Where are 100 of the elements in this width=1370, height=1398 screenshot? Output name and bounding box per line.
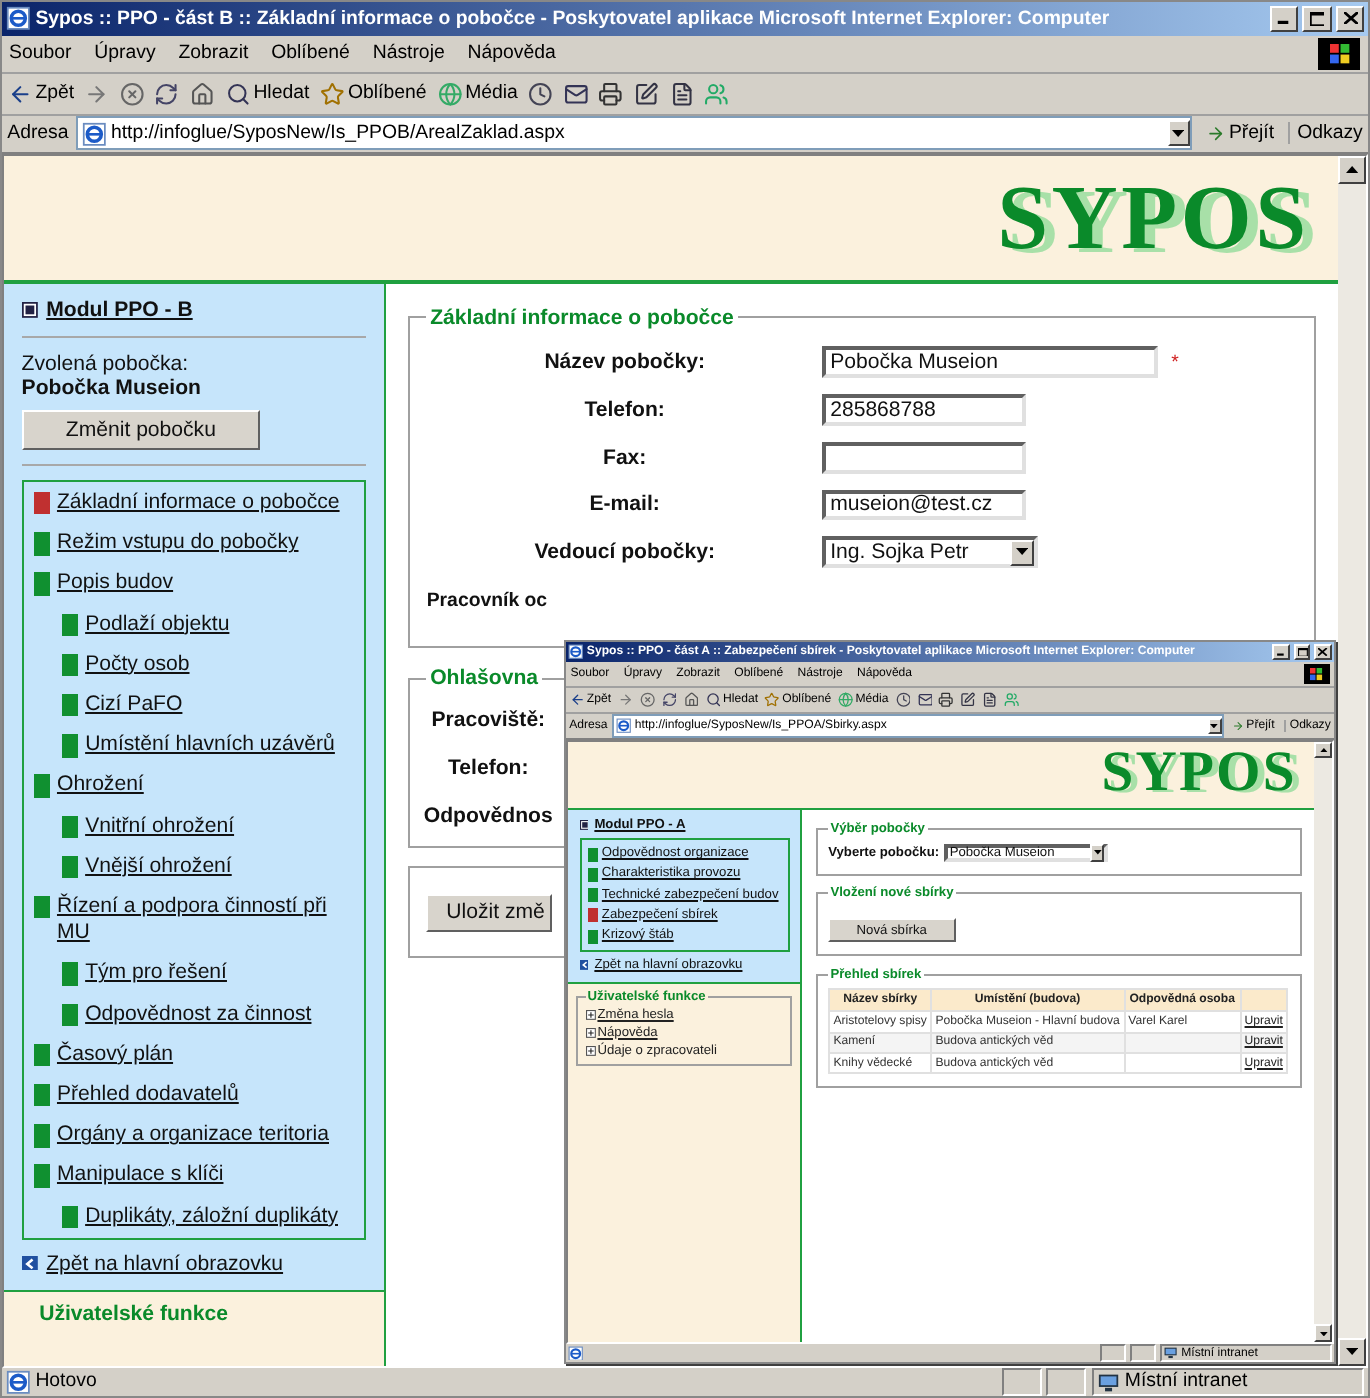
nav-link[interactable]: Vnitřní ohrožení [85,813,235,840]
menu-item[interactable]: Zobrazit [178,42,249,65]
menu-item[interactable]: Oblíbené [271,42,350,65]
toolbar-button[interactable]: Hledat [225,81,310,107]
back-icon [21,1255,38,1271]
mail-icon[interactable] [917,692,933,708]
page-icon [5,1369,31,1395]
expand-icon [585,1009,596,1020]
menu-item[interactable]: Úpravy [94,42,156,65]
clock-icon[interactable] [528,81,553,107]
nav-link[interactable]: Časový plán [56,1041,174,1069]
page-icon [568,644,584,661]
menu-item[interactable]: Nápověda [467,42,556,65]
go-button[interactable]: Přejít [1199,122,1282,145]
field-label: Vedoucí pobočky: [532,540,717,565]
nav-link[interactable]: Umístění hlavních uzávěrů [85,732,335,759]
forward-arrow-icon[interactable] [617,692,634,708]
document-icon[interactable] [669,81,694,107]
dropdown-button[interactable] [1207,717,1222,734]
field-label: E-mail: [587,492,662,517]
field-label: Fax: [601,445,649,470]
nav-link[interactable]: Odpovědnost za činnost [85,1001,312,1028]
nav-link[interactable]: Orgány a organizace teritoria [56,1122,329,1149]
back-arrow-icon [569,692,585,708]
network-icon [1098,1371,1120,1393]
forward-arrow-icon[interactable] [84,81,110,107]
field-label: Pracoviště: [431,707,546,732]
section-title: Základní informace o pobočce [428,305,736,330]
nav-link[interactable]: Ohrožení [56,772,144,800]
nav-link[interactable]: Základní informace o pobočce [56,490,340,517]
maximize-icon [1297,648,1308,657]
nav-link[interactable]: Vnější ohrožení [85,853,232,881]
nav-link[interactable]: Režim vstupu do pobočky [56,530,299,557]
star-icon [764,692,781,708]
nav-link[interactable]: Řízení a podpora činností při MU [56,894,354,947]
star-icon [319,81,345,107]
scrollbar[interactable] [1314,741,1332,1343]
expand-icon [585,1027,596,1038]
nav-link[interactable]: Počty osob [85,651,190,679]
module-icon [579,820,589,830]
minimize-button[interactable] [1269,6,1298,32]
section-title: Ohlašovna [428,666,541,691]
field-label: Telefon: [582,397,667,422]
menu-item[interactable]: Nástroje [372,42,445,65]
scrollbar[interactable] [1337,156,1366,1366]
home-icon[interactable] [190,81,215,107]
clock-icon[interactable] [895,692,911,708]
address-label: Adresa [7,122,69,145]
input-field[interactable]: Pobočka Museion [822,346,1158,379]
back-icon [579,960,589,971]
edit-icon[interactable] [960,692,977,708]
home-icon[interactable] [683,692,699,708]
network-icon [1164,1346,1178,1360]
toolbar-button[interactable]: Oblíbené [319,81,427,107]
printer-icon[interactable] [938,692,955,708]
input-field[interactable]: 285868788 [822,394,1026,426]
select-field[interactable]: Ing. Sojka Petr [822,536,1038,569]
links-button[interactable]: Odkazy [1288,122,1363,145]
nav-link[interactable]: Tým pro řešení [85,960,227,988]
mail-icon[interactable] [563,81,589,107]
toolbar-button[interactable]: Média [437,81,518,107]
caret-icon [1210,723,1218,728]
dropdown-button[interactable] [1090,844,1105,862]
module-link[interactable]: Modul PPO - B [21,298,367,323]
maximize-button[interactable] [1293,644,1311,661]
flag-logo-icon [1318,37,1361,71]
field-label: Název pobočky: [542,350,707,375]
edit-icon[interactable] [633,81,659,107]
save-button[interactable]: Uložit změ [426,893,552,932]
dropdown-button[interactable] [1167,120,1190,147]
dropdown-button[interactable] [1010,539,1034,566]
nav-link[interactable]: Duplikáty, záložní duplikáty [85,1203,338,1230]
globe-icon [837,692,854,708]
stop-icon[interactable] [639,692,655,708]
nav-link[interactable]: Přehled dodavatelů [56,1082,239,1109]
input-field[interactable] [822,441,1026,474]
refresh-icon[interactable] [661,692,677,708]
maximize-icon [1309,11,1325,26]
nav-link[interactable]: Manipulace s klíči [56,1162,224,1190]
stop-icon[interactable] [119,81,145,107]
field-label: Pracovník oc [426,589,550,612]
input-field[interactable]: museion@test.cz [822,489,1026,521]
minimize-button[interactable] [1272,644,1291,661]
nav-link[interactable]: Podlaží objektu [85,611,230,638]
nav-link[interactable]: Popis budov [56,570,174,598]
close-button[interactable] [1314,644,1332,661]
document-icon[interactable] [982,692,999,708]
close-button[interactable] [1336,6,1365,32]
toolbar-button[interactable]: Zpět [7,81,75,107]
back-link[interactable]: Zpět na hlavní obrazovku [21,1251,367,1276]
back-arrow-icon [7,81,32,107]
window-title: Sypos :: PPO - část B :: Základní informace o pobočce - Poskytovatel aplikace Microsoft Internet Explorer: Computer [35,7,1112,30]
printer-icon[interactable] [598,81,624,107]
menu-item[interactable]: Soubor [9,42,72,65]
address-field[interactable]: http://infoglue/SyposNew/Is_PPOB/ArealZaklad.aspx [75,116,1192,151]
change-branch-button[interactable]: Změnit pobočku [21,410,261,450]
refresh-icon[interactable] [154,81,180,107]
maximize-button[interactable] [1302,6,1332,32]
page-icon [568,1345,584,1361]
nav-link[interactable]: Cizí PaFO [85,692,183,719]
